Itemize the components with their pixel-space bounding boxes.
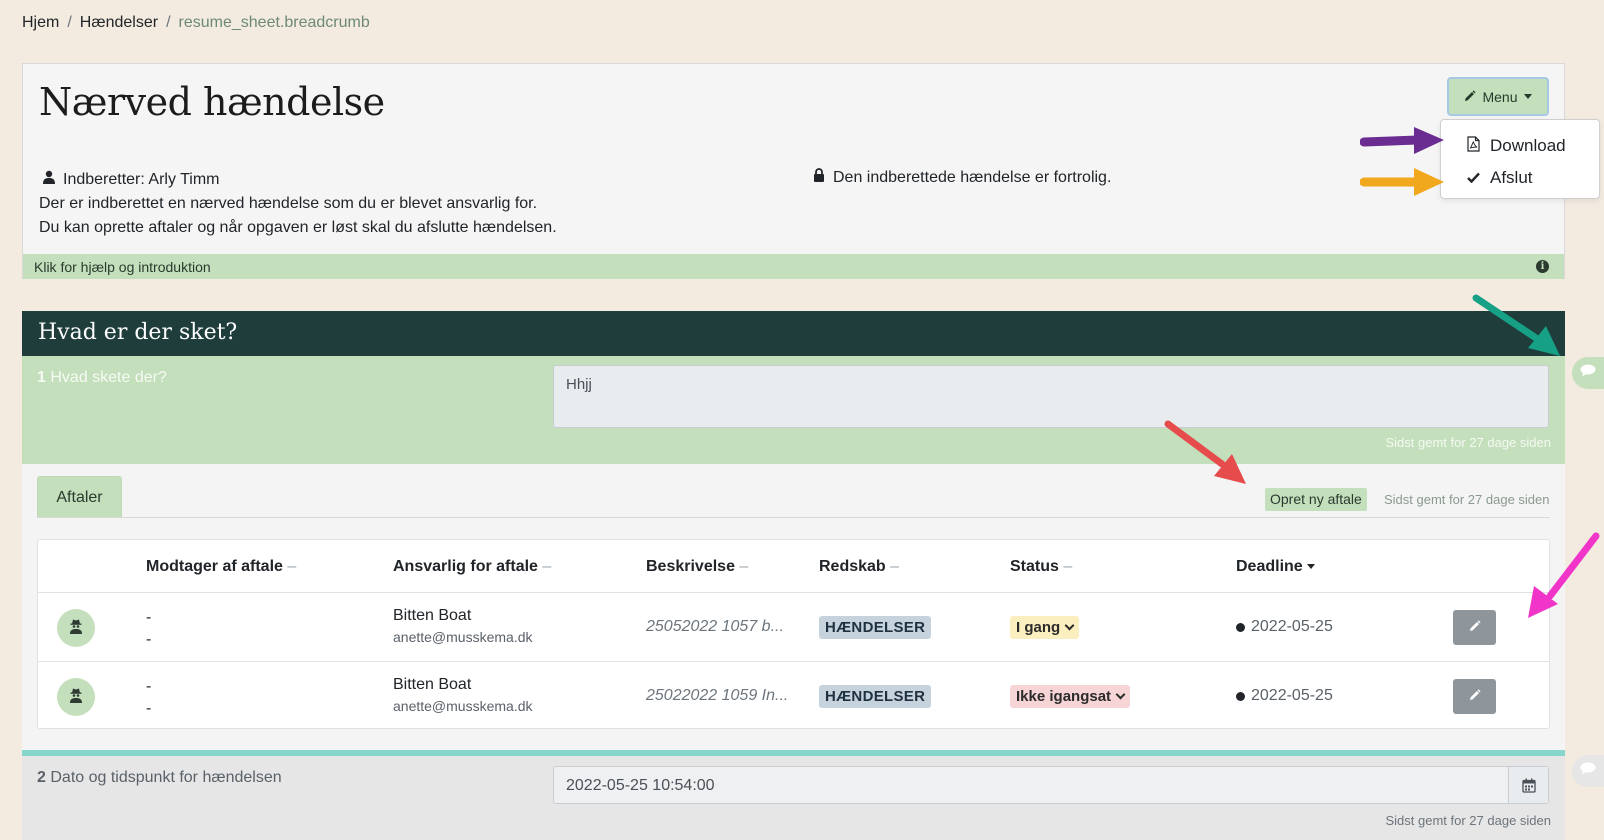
column-header-receiver[interactable]: Modtager af aftale – (146, 558, 296, 576)
breadcrumb-separator: / (166, 14, 171, 31)
menu-button[interactable]: Menu (1447, 77, 1549, 116)
responsible-cell: Bitten Boat anette@musskema.dk (393, 607, 533, 645)
avatar (57, 678, 95, 716)
incident-card: Nærved hændelse Menu Indberetter: Arly T… (22, 63, 1565, 279)
user-secret-icon (69, 618, 83, 639)
chevron-down-icon (1064, 620, 1075, 631)
datetime-value: 2022-05-25 10:54:00 (566, 777, 715, 794)
column-header-status[interactable]: Status – (1010, 558, 1072, 576)
agreements-panel: Aftaler Opret ny aftale Sidst gemt for 2… (22, 464, 1565, 754)
tool-badge: HÆNDELSER (819, 685, 932, 708)
status-dropdown[interactable]: I gang (1010, 616, 1080, 639)
calendar-icon[interactable] (1508, 767, 1548, 803)
comment-button[interactable] (1572, 357, 1604, 389)
finish-label: Afslut (1490, 168, 1533, 187)
dot-icon (1236, 622, 1245, 632)
menu-label: Menu (1482, 88, 1518, 105)
comment-icon (1580, 364, 1596, 382)
responsible-email: anette@musskema.dk (393, 698, 533, 714)
avatar (57, 609, 95, 647)
tool-badge: HÆNDELSER (819, 616, 932, 639)
check-icon (1467, 168, 1480, 188)
menu-item-finish[interactable]: Afslut (1441, 162, 1599, 194)
pencil-icon (1469, 688, 1481, 706)
tab-divider (37, 517, 1550, 518)
pencil-icon (1469, 619, 1481, 637)
comment-icon (1580, 762, 1596, 780)
sort-desc-icon (1306, 564, 1315, 570)
agreements-table: Modtager af aftale – Ansvarlig for aftal… (37, 539, 1550, 729)
column-header-responsible[interactable]: Ansvarlig for aftale – (393, 558, 551, 576)
responsible-name: Bitten Boat (393, 676, 472, 693)
tab-agreements[interactable]: Aftaler (37, 476, 122, 518)
deadline-cell: 2022-05-25 (1236, 618, 1333, 636)
edit-button[interactable] (1453, 610, 1496, 645)
download-label: Download (1490, 136, 1566, 155)
breadcrumb: Hjem / Hændelser / resume_sheet.breadcru… (22, 14, 370, 32)
question-1-label: 1 Hvad skete der? (37, 369, 167, 386)
help-text: Klik for hjælp og introduktion (34, 258, 211, 275)
menu-item-download[interactable]: Download (1441, 130, 1599, 162)
page-title: Nærved hændelse (39, 80, 385, 124)
breadcrumb-separator: / (67, 14, 72, 31)
responsible-email: anette@musskema.dk (393, 629, 533, 645)
description-cell: 25022022 1059 In... (646, 687, 789, 704)
table-row: -- Bitten Boat anette@musskema.dk 250520… (38, 592, 1549, 661)
saved-status: Sidst gemt for 27 dage siden (1384, 492, 1550, 507)
saved-status: Sidst gemt for 27 dage siden (1385, 435, 1552, 450)
lock-icon (813, 168, 825, 187)
responsible-cell: Bitten Boat anette@musskema.dk (393, 676, 533, 714)
column-header-deadline[interactable]: Deadline (1236, 558, 1315, 576)
new-agreement-button[interactable]: Opret ny aftale (1265, 488, 1367, 511)
breadcrumb-home[interactable]: Hjem (22, 14, 59, 32)
info-line-1: Der er indberettet en nærved hændelse so… (39, 195, 538, 212)
pdf-file-icon (1467, 135, 1480, 157)
receiver-cell: -- (146, 678, 152, 717)
edit-button[interactable] (1453, 679, 1496, 714)
question-2-label: 2 Dato og tidspunkt for hændelsen (37, 769, 282, 786)
responsible-name: Bitten Boat (393, 607, 472, 624)
user-secret-icon (69, 687, 83, 708)
status-dropdown[interactable]: Ikke igangsat (1010, 685, 1131, 708)
breadcrumb-current: resume_sheet.breadcrumb (178, 14, 370, 31)
reporter: Indberetter: Arly Timm (39, 168, 557, 192)
datetime-input[interactable]: 2022-05-25 10:54:00 (553, 766, 1549, 804)
breadcrumb-events[interactable]: Hændelser (80, 14, 158, 32)
table-row: -- Bitten Boat anette@musskema.dk 250220… (38, 661, 1549, 730)
receiver-cell: -- (146, 609, 152, 648)
dot-icon (1236, 691, 1245, 701)
menu-dropdown: Download Afslut (1440, 119, 1600, 199)
incident-info: Indberetter: Arly Timm Der er indberette… (39, 168, 557, 240)
confidential-notice: Den indberettede hændelse er fortrolig. (813, 168, 1111, 187)
help-bar[interactable]: Klik for hjælp og introduktion i (23, 254, 1564, 279)
reporter-text: Indberetter: Arly Timm (63, 171, 220, 188)
deadline-cell: 2022-05-25 (1236, 687, 1333, 705)
description-cell: 25052022 1057 b... (646, 618, 784, 635)
info-line-2: Du kan oprette aftaler og når opgaven er… (39, 219, 557, 236)
section-title: Hvad er der sket? (22, 311, 1565, 356)
caret-down-icon (1523, 94, 1532, 99)
column-header-tool[interactable]: Redskab – (819, 558, 899, 576)
confidential-text: Den indberettede hændelse er fortrolig. (833, 168, 1112, 186)
column-header-description[interactable]: Beskrivelse – (646, 558, 748, 576)
comment-button[interactable] (1572, 755, 1604, 787)
question-1-answer[interactable]: Hhjj (553, 365, 1549, 428)
pencil-icon (1464, 89, 1477, 105)
question-1: 1 Hvad skete der? Hhjj Sidst gemt for 27… (22, 356, 1565, 464)
user-icon (43, 168, 55, 192)
question-2: 2 Dato og tidspunkt for hændelsen 2022-0… (22, 756, 1565, 840)
saved-status: Sidst gemt for 27 dage siden (1385, 813, 1552, 828)
chevron-down-icon (1115, 689, 1126, 700)
info-icon: i (1536, 260, 1549, 273)
